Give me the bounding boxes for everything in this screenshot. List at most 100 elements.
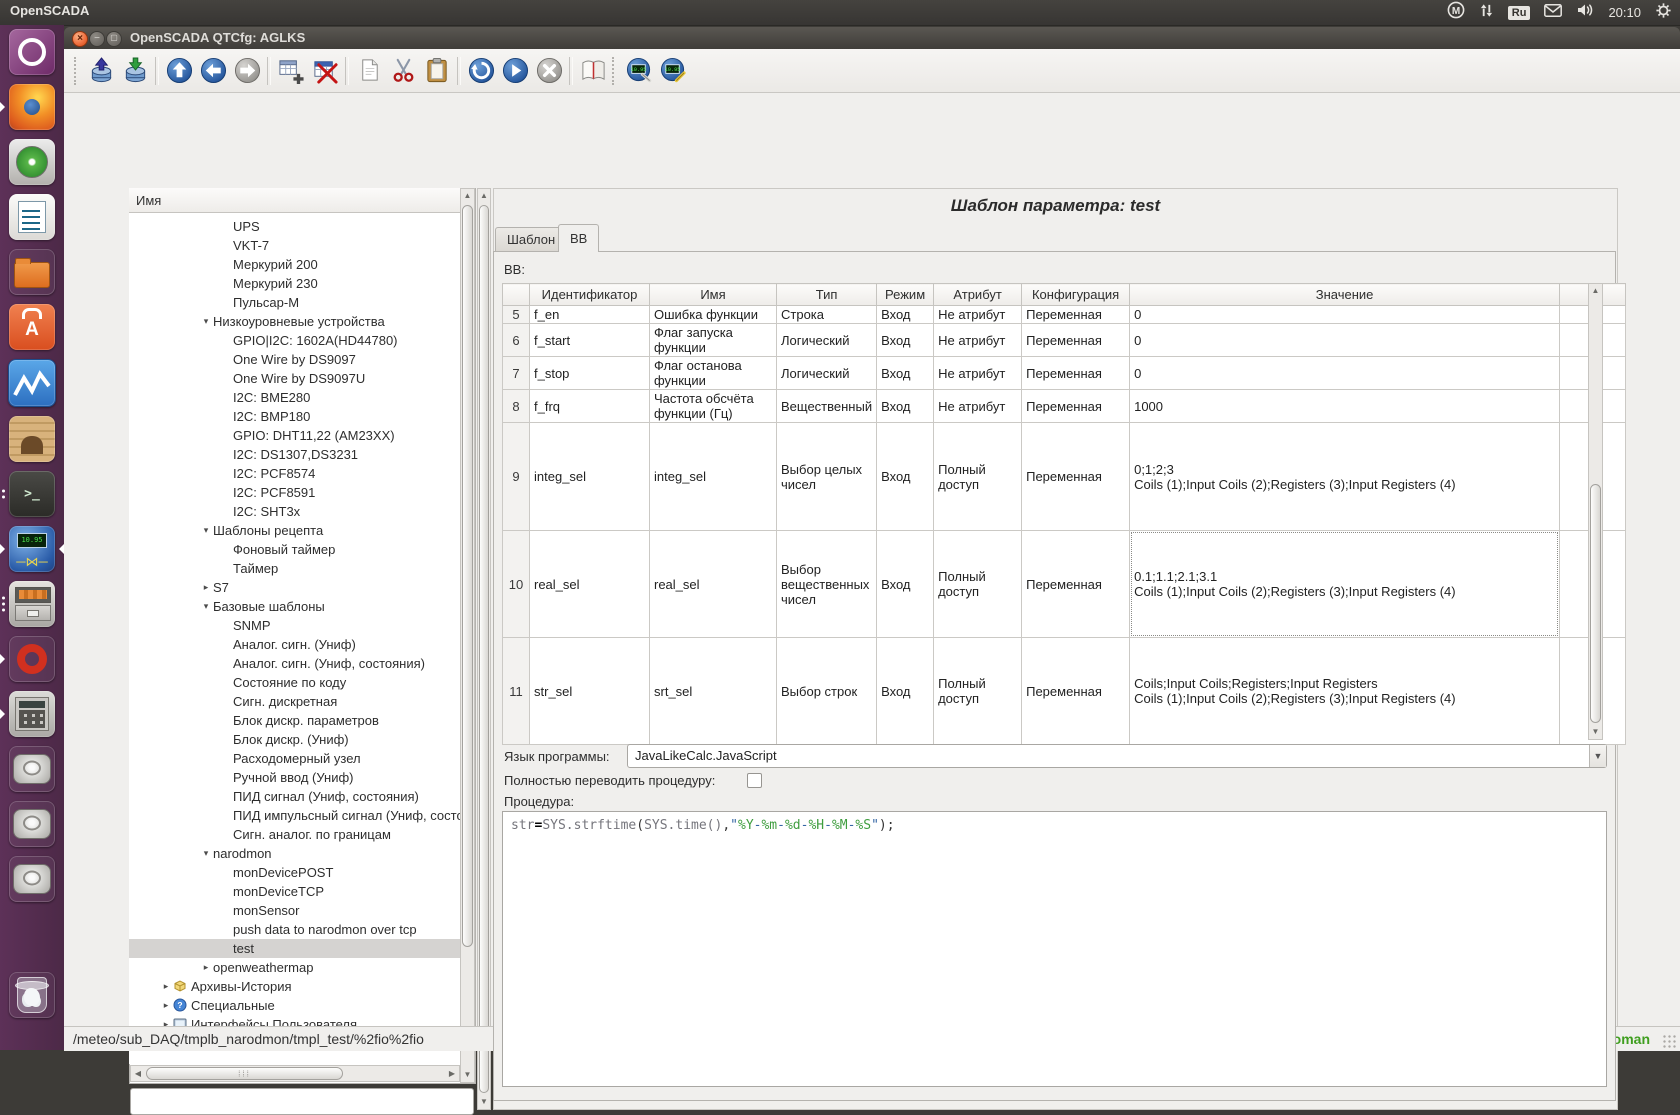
tree-item-низкоуровневые-устройства[interactable]: ▾Низкоуровневые устройства: [129, 312, 460, 331]
table-row[interactable]: 5f_enОшибка функцииСтрокаВходНе атрибутП…: [503, 306, 1626, 324]
tree-item-таймер[interactable]: Таймер: [129, 559, 460, 578]
cell-mode[interactable]: Вход: [877, 324, 934, 357]
panel-vertical-scrollbar[interactable]: ▲ ▼: [477, 188, 491, 1110]
load-from-db-button[interactable]: [84, 52, 118, 90]
stop-updating-button[interactable]: [532, 52, 566, 90]
mail-icon[interactable]: [1544, 4, 1562, 22]
tree-item-openweathermap[interactable]: ▸openweathermap: [129, 958, 460, 977]
tree-item-расходомерный-узел[interactable]: Расходомерный узел: [129, 749, 460, 768]
cell-type[interactable]: Выбор строк: [777, 638, 877, 745]
tree-item-i2c-ds1307-ds3231[interactable]: I2C: DS1307,DS3231: [129, 445, 460, 464]
module-tools-1-button[interactable]: 10.95: [622, 52, 656, 90]
toolbar-handle[interactable]: [612, 57, 620, 85]
cell-cfg[interactable]: Переменная: [1022, 531, 1130, 638]
cell-val[interactable]: 0;1;2;3 Coils (1);Input Coils (2);Regist…: [1130, 423, 1560, 531]
tree-item-i2c-bme280[interactable]: I2C: BME280: [129, 388, 460, 407]
scroll-up-icon[interactable]: ▲: [461, 189, 474, 203]
tree-item-one-wire-by-ds9097u[interactable]: One Wire by DS9097U: [129, 369, 460, 388]
scroll-up-icon[interactable]: ▲: [478, 189, 490, 203]
table-row[interactable]: 10real_selreal_selВыбор вещественных чис…: [503, 531, 1626, 638]
column-header[interactable]: Тип: [777, 284, 877, 306]
toolbar-handle[interactable]: [74, 57, 82, 85]
expander-open-icon[interactable]: ▾: [199, 521, 213, 540]
messages-icon[interactable]: M: [1447, 1, 1465, 24]
translate-checkbox[interactable]: [747, 773, 762, 788]
procedure-code-editor[interactable]: str=SYS.strftime(SYS.time(),"%Y-%m-%d-%H…: [502, 811, 1607, 1087]
keyboard-layout-badge[interactable]: Ru: [1508, 6, 1531, 20]
expander-closed-icon[interactable]: ▸: [159, 977, 173, 996]
tree-item-аналог-сигн-униф-состояния-[interactable]: Аналог. сигн. (Униф, состояния): [129, 654, 460, 673]
cell-cfg[interactable]: Переменная: [1022, 306, 1130, 324]
cell-id[interactable]: f_start: [530, 324, 650, 357]
table-vertical-scrollbar[interactable]: ▲ ▼: [1588, 283, 1603, 740]
scrollbar-thumb[interactable]: ⁞⁞⁞: [146, 1067, 343, 1080]
cell-name[interactable]: integ_sel: [650, 423, 777, 531]
table-row[interactable]: 6f_startФлаг запуска функцииЛогическийВх…: [503, 324, 1626, 357]
tab-template[interactable]: Шаблон: [495, 227, 567, 251]
column-header[interactable]: Имя: [650, 284, 777, 306]
cell-val[interactable]: 0.1;1.1;2.1;3.1 Coils (1);Input Coils (2…: [1130, 531, 1560, 638]
tree-item-шаблоны-рецепта[interactable]: ▾Шаблоны рецепта: [129, 521, 460, 540]
module-tools-2-button[interactable]: 10.95: [656, 52, 690, 90]
launcher-system-monitor[interactable]: [8, 359, 56, 407]
cell-attr[interactable]: Полный доступ: [934, 423, 1022, 531]
tree-item-s7[interactable]: ▸S7: [129, 578, 460, 597]
cell-mode[interactable]: Вход: [877, 390, 934, 423]
start-periodic-update-button[interactable]: [498, 52, 532, 90]
tree-item-i2c-sht3x[interactable]: I2C: SHT3x: [129, 502, 460, 521]
tree-item-monsensor[interactable]: monSensor: [129, 901, 460, 920]
column-header[interactable]: Атрибут: [934, 284, 1022, 306]
tree-item-блок-дискр-параметров[interactable]: Блок дискр. параметров: [129, 711, 460, 730]
column-header[interactable]: Режим: [877, 284, 934, 306]
expander-open-icon[interactable]: ▾: [199, 312, 213, 331]
cell-type[interactable]: Логический: [777, 357, 877, 390]
cell-cfg[interactable]: Переменная: [1022, 357, 1130, 390]
volume-icon[interactable]: [1576, 3, 1594, 22]
cell-id[interactable]: f_en: [530, 306, 650, 324]
expander-open-icon[interactable]: ▾: [199, 597, 213, 616]
go-up-button[interactable]: [162, 52, 196, 90]
scroll-left-icon[interactable]: ◀: [133, 1066, 143, 1081]
cell-val[interactable]: 0: [1130, 357, 1560, 390]
tree-item-test[interactable]: test: [129, 939, 460, 958]
cell-type[interactable]: Строка: [777, 306, 877, 324]
scrollbar-thumb[interactable]: [479, 205, 489, 1093]
launcher-openscada[interactable]: 10.95─⋈─: [9, 526, 55, 572]
tree-item-архивы-история[interactable]: ▸Архивы-История: [129, 977, 460, 996]
cell-attr[interactable]: Полный доступ: [934, 638, 1022, 745]
cell-mode[interactable]: Вход: [877, 531, 934, 638]
tree-horizontal-scrollbar[interactable]: ◀ ▶ ⁞⁞⁞: [130, 1065, 460, 1082]
cell-name[interactable]: Флаг останова функции: [650, 357, 777, 390]
launcher-firefox[interactable]: [9, 84, 55, 130]
resize-grip[interactable]: [1662, 1034, 1676, 1048]
column-header[interactable]: Конфигурация: [1022, 284, 1130, 306]
cell-attr[interactable]: Не атрибут: [934, 390, 1022, 423]
table-row[interactable]: 8f_frqЧастота обсчёта функции (Гц)Вещест…: [503, 390, 1626, 423]
tree-item-сигн-аналог-по-границам[interactable]: Сигн. аналог. по границам: [129, 825, 460, 844]
launcher-hdd[interactable]: [9, 801, 55, 847]
cell-type[interactable]: Выбор целых чисел: [777, 423, 877, 531]
tree-item-специальные[interactable]: ▸?Специальные: [129, 996, 460, 1015]
manual-button[interactable]: [576, 52, 610, 90]
cell-id[interactable]: real_sel: [530, 531, 650, 638]
tree-item-меркурий-200[interactable]: Меркурий 200: [129, 255, 460, 274]
tab-io[interactable]: ВВ: [558, 224, 599, 252]
tree-item-gpio-dht11-22-am23xx-[interactable]: GPIO: DHT11,22 (AM23XX): [129, 426, 460, 445]
expander-closed-icon[interactable]: ▸: [199, 578, 213, 597]
tree-item-ручной-ввод-униф-[interactable]: Ручной ввод (Униф): [129, 768, 460, 787]
column-header[interactable]: Значение: [1130, 284, 1560, 306]
cell-type[interactable]: Выбор вещественных чисел: [777, 531, 877, 638]
tree-item-сигн-дискретная[interactable]: Сигн. дискретная: [129, 692, 460, 711]
maximize-button[interactable]: ▢: [106, 31, 122, 47]
cell-id[interactable]: f_stop: [530, 357, 650, 390]
tree-item-ups[interactable]: UPS: [129, 217, 460, 236]
cell-mode[interactable]: Вход: [877, 423, 934, 531]
cell-id[interactable]: str_sel: [530, 638, 650, 745]
save-to-db-button[interactable]: [118, 52, 152, 90]
scroll-down-icon[interactable]: ▼: [461, 1068, 474, 1082]
tree-item-пид-импульсный-сигнал-униф-состояния-[interactable]: ПИД импульсный сигнал (Униф, состояния): [129, 806, 460, 825]
cell-mode[interactable]: Вход: [877, 306, 934, 324]
cell-attr[interactable]: Не атрибут: [934, 306, 1022, 324]
cell-val[interactable]: 0: [1130, 306, 1560, 324]
updown-arrows-icon[interactable]: [1479, 3, 1494, 23]
